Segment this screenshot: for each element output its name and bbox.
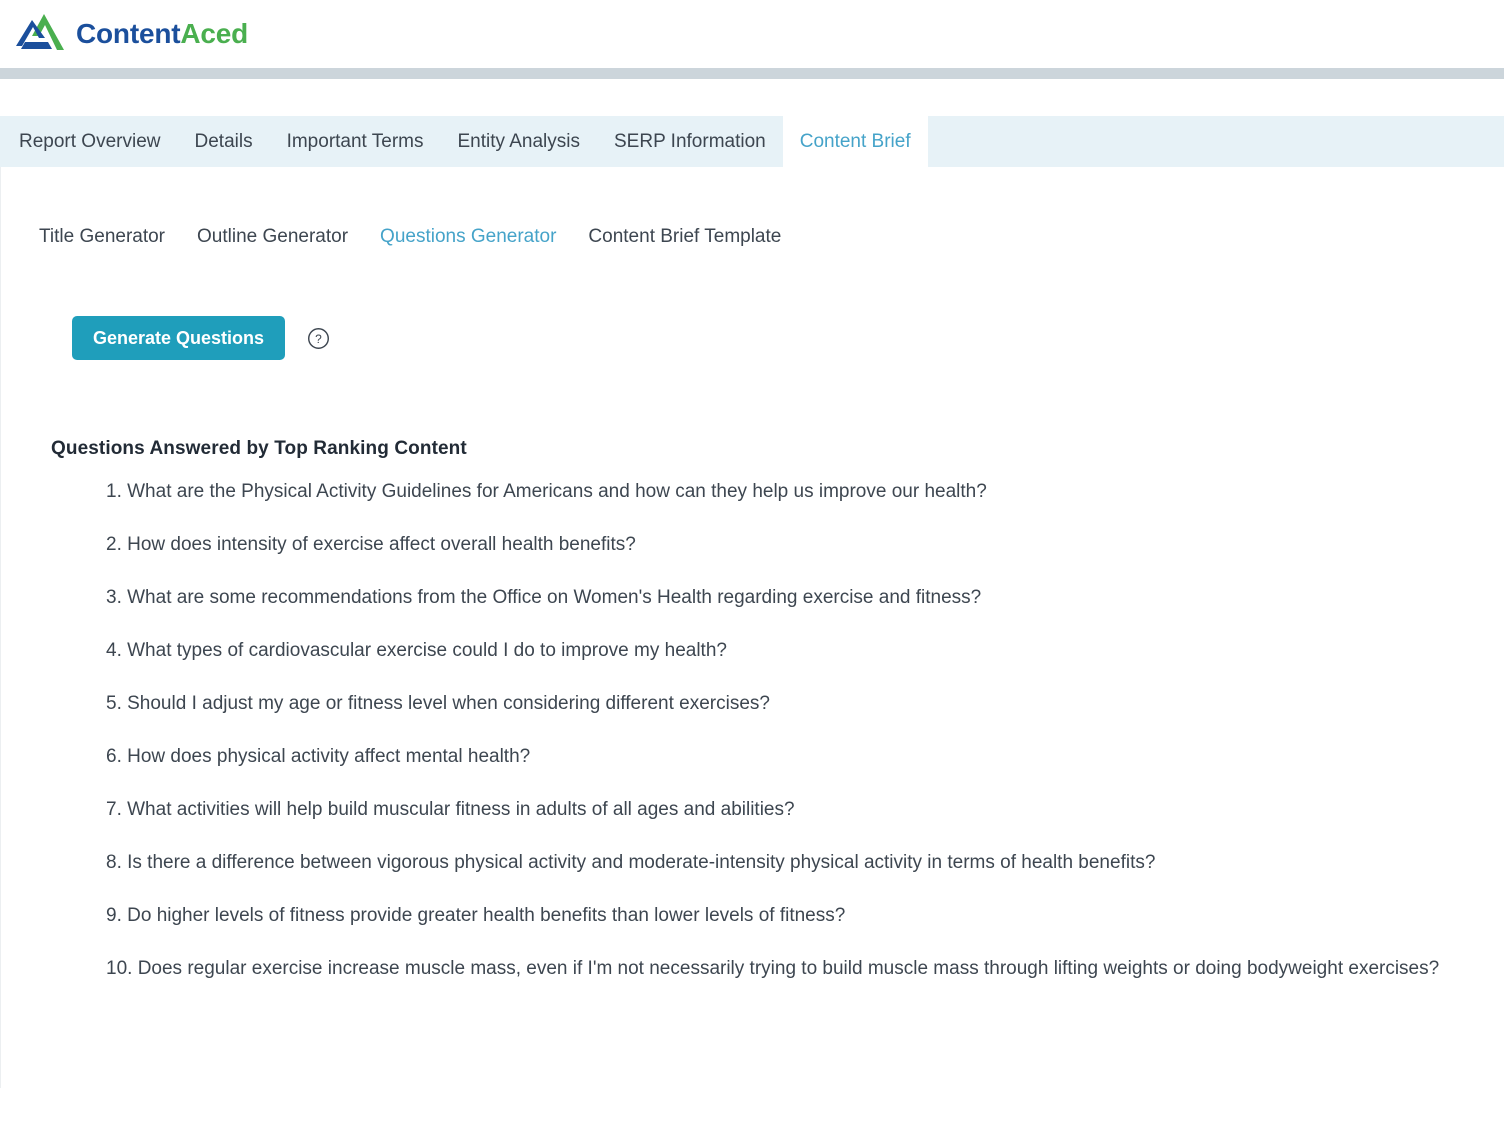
subtab-questions-generator[interactable]: Questions Generator [364, 226, 572, 248]
question-item: 5. Should I adjust my age or fitness lev… [106, 693, 770, 714]
tab-label: Important Terms [286, 130, 424, 152]
brand-name-secondary: Aced [180, 18, 249, 49]
tab-label: Entity Analysis [457, 130, 581, 152]
brand-header: ContentAced [0, 0, 1504, 68]
questions-list: 1. What are the Physical Activity Guidel… [51, 482, 1504, 978]
subtab-title-generator[interactable]: Title Generator [37, 226, 181, 248]
generate-questions-button[interactable]: Generate Questions [72, 316, 286, 360]
header-spacer [0, 79, 1504, 116]
contentaced-logo-icon [16, 14, 64, 50]
question-item: 8. Is there a difference between vigorou… [106, 852, 1156, 873]
header-divider-band [0, 68, 1504, 79]
tab-label: Details [194, 130, 253, 152]
question-item: 3. What are some recommendations from th… [106, 587, 982, 608]
sub-tab-bar: Title Generator Outline Generator Questi… [1, 167, 1504, 248]
questions-heading: Questions Answered by Top Ranking Conten… [51, 438, 467, 459]
action-row: Generate Questions ? [1, 316, 1504, 360]
main-tab-bar: Report Overview Details Important Terms … [0, 116, 1504, 167]
tab-serp-information[interactable]: SERP Information [597, 116, 783, 167]
tab-content-brief[interactable]: Content Brief [782, 116, 928, 167]
subtab-content-brief-template[interactable]: Content Brief Template [572, 226, 797, 248]
tab-details[interactable]: Details [178, 116, 270, 167]
question-item: 6. How does physical activity affect men… [106, 746, 531, 767]
tab-label: Content Brief [799, 130, 911, 152]
question-item: 2. How does intensity of exercise affect… [106, 534, 636, 555]
subtab-label: Title Generator [39, 226, 166, 247]
tab-entity-analysis[interactable]: Entity Analysis [441, 116, 598, 167]
tab-report-overview[interactable]: Report Overview [0, 116, 178, 167]
brand-name: ContentAced [76, 18, 248, 50]
tab-label: SERP Information [614, 130, 766, 152]
subtab-label: Questions Generator [380, 226, 557, 247]
question-item: 4. What types of cardiovascular exercise… [106, 640, 727, 661]
brand-name-primary: Content [76, 18, 181, 49]
content-brief-panel: Title Generator Outline Generator Questi… [0, 167, 1504, 1088]
question-item: 10. Does regular exercise increase muscl… [106, 958, 1440, 979]
questions-section: Questions Answered by Top Ranking Conten… [1, 438, 1504, 978]
subtab-outline-generator[interactable]: Outline Generator [181, 226, 364, 248]
question-item: 7. What activities will help build muscu… [106, 799, 795, 820]
subtab-label: Content Brief Template [588, 226, 782, 247]
tab-label: Report Overview [19, 130, 161, 152]
question-mark-circle-icon[interactable]: ? [307, 327, 330, 350]
question-item: 9. Do higher levels of fitness provide g… [106, 905, 846, 926]
logo[interactable]: ContentAced [14, 12, 248, 56]
tab-important-terms[interactable]: Important Terms [270, 116, 441, 167]
question-item: 1. What are the Physical Activity Guidel… [106, 481, 987, 502]
svg-text:?: ? [315, 331, 322, 345]
subtab-label: Outline Generator [197, 226, 349, 247]
